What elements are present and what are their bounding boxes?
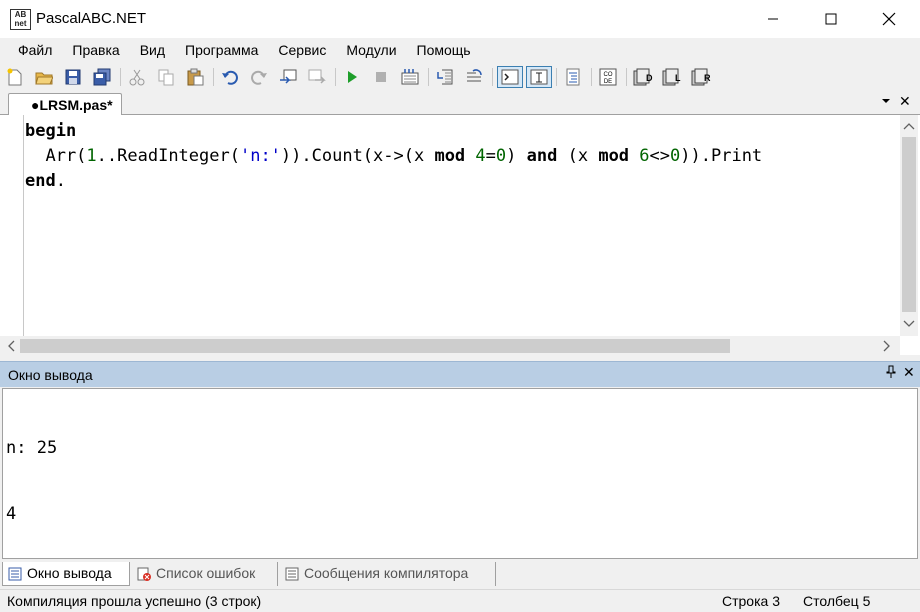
- toolbar: CO DE D L R: [0, 63, 920, 91]
- scroll-up-icon[interactable]: [903, 121, 915, 131]
- maximize-button[interactable]: [808, 0, 854, 38]
- menu-view[interactable]: Вид: [130, 38, 175, 63]
- title-bar: AB net PascalABC.NET: [0, 0, 920, 38]
- save-all-icon[interactable]: [91, 66, 113, 88]
- save-icon[interactable]: [62, 66, 84, 88]
- minimize-icon: [768, 18, 778, 20]
- app-logo-icon: AB net: [10, 9, 31, 30]
- tab-lrsm-pas[interactable]: ●LRSM.pas*: [8, 93, 122, 116]
- units-l-icon[interactable]: L: [661, 66, 683, 88]
- status-bar: Компиляция прошла успешно (3 строк) Стро…: [0, 589, 920, 612]
- paste-icon[interactable]: [184, 66, 206, 88]
- pin-icon[interactable]: [886, 365, 896, 379]
- format-icon[interactable]: [562, 66, 584, 88]
- toolbar-separator: [626, 68, 627, 86]
- svg-text:DE: DE: [604, 79, 612, 85]
- svg-text:R: R: [704, 73, 711, 83]
- svg-text:CO: CO: [604, 72, 613, 78]
- window-title: PascalABC.NET: [36, 10, 147, 27]
- toolbar-separator: [120, 68, 121, 86]
- close-panel-icon[interactable]: ✕: [903, 364, 915, 381]
- output-text: n: 25 4: [6, 393, 57, 569]
- code-line[interactable]: Arr(1..ReadInteger('n:')).Count(x->(x mo…: [25, 144, 762, 169]
- scroll-right-icon[interactable]: [882, 340, 892, 352]
- text-output-icon[interactable]: [526, 66, 552, 88]
- document-tab-strip: ●LRSM.pas* ✕: [0, 91, 920, 116]
- units-d-icon[interactable]: D: [632, 66, 654, 88]
- svg-text:L: L: [675, 73, 681, 83]
- code-line[interactable]: end.: [25, 169, 762, 194]
- status-row: Строка 3: [722, 593, 780, 609]
- vertical-scroll-thumb[interactable]: [902, 137, 916, 312]
- bottom-tab-strip: Окно вывода Список ошибок Сообщения комп…: [0, 561, 920, 587]
- close-button[interactable]: [866, 0, 912, 38]
- output-line: 4: [6, 504, 17, 524]
- menu-service[interactable]: Сервис: [268, 38, 336, 63]
- output-area[interactable]: n: 25 4: [2, 388, 918, 559]
- line-gutter: [0, 115, 24, 336]
- output-line: n: 25: [6, 438, 58, 458]
- tab-output-window[interactable]: Окно вывода: [2, 562, 130, 586]
- units-r-icon[interactable]: R: [690, 66, 712, 88]
- undo-icon[interactable]: [219, 66, 241, 88]
- minimize-button[interactable]: [750, 0, 796, 38]
- output-panel-title: Окно вывода: [8, 367, 93, 383]
- menu-bar: Файл Правка Вид Программа Сервис Модули …: [0, 38, 920, 63]
- maximize-icon: [825, 13, 837, 25]
- tab-error-list[interactable]: Список ошибок: [132, 562, 278, 586]
- chevron-down-icon[interactable]: [881, 97, 891, 105]
- column-label: Столбец: [803, 593, 859, 609]
- menu-help[interactable]: Помощь: [407, 38, 481, 63]
- svg-text:D: D: [646, 73, 653, 83]
- open-file-icon[interactable]: [33, 66, 55, 88]
- output-window-icon: [8, 567, 22, 581]
- tab-label: Список ошибок: [156, 565, 256, 581]
- toolbar-separator: [556, 68, 557, 86]
- status-column: Столбец 5: [803, 593, 870, 609]
- copy-icon[interactable]: [155, 66, 177, 88]
- horizontal-scroll-thumb[interactable]: [20, 339, 730, 353]
- toolbar-separator: [492, 68, 493, 86]
- code-template-icon[interactable]: CO DE: [597, 66, 619, 88]
- menu-file[interactable]: Файл: [8, 38, 62, 63]
- step-into-icon[interactable]: [434, 66, 456, 88]
- new-file-icon[interactable]: [4, 66, 26, 88]
- row-label: Строка: [722, 593, 769, 609]
- navigate-back-icon[interactable]: [277, 66, 299, 88]
- run-icon[interactable]: [341, 66, 363, 88]
- output-panel-header: Окно вывода ✕: [0, 361, 920, 387]
- close-tab-icon[interactable]: ✕: [899, 93, 911, 110]
- code-line[interactable]: begin: [25, 119, 762, 144]
- toolbar-separator: [591, 68, 592, 86]
- compiler-messages-icon: [285, 567, 299, 581]
- debug-icon[interactable]: [399, 66, 421, 88]
- navigate-forward-icon[interactable]: [306, 66, 328, 88]
- scroll-left-icon[interactable]: [6, 340, 16, 352]
- scroll-down-icon[interactable]: [903, 319, 915, 329]
- row-value: 3: [772, 593, 781, 609]
- toolbar-separator: [335, 68, 336, 86]
- tab-label: Окно вывода: [27, 565, 112, 581]
- redo-icon[interactable]: [248, 66, 270, 88]
- menu-edit[interactable]: Правка: [62, 38, 129, 63]
- cut-icon[interactable]: [126, 66, 148, 88]
- console-output-icon[interactable]: [497, 66, 523, 88]
- toolbar-separator: [213, 68, 214, 86]
- code-editor[interactable]: begin Arr(1..ReadInteger('n:')).Count(x-…: [0, 115, 920, 355]
- step-over-icon[interactable]: [463, 66, 485, 88]
- stop-icon[interactable]: [370, 66, 392, 88]
- close-icon: [882, 12, 896, 26]
- toolbar-separator: [428, 68, 429, 86]
- status-message: Компиляция прошла успешно (3 строк): [7, 593, 262, 609]
- menu-program[interactable]: Программа: [175, 38, 268, 63]
- column-value: 5: [862, 593, 871, 609]
- menu-modules[interactable]: Модули: [336, 38, 406, 63]
- tab-compiler-messages[interactable]: Сообщения компилятора: [280, 562, 496, 586]
- tab-label: ●LRSM.pas*: [31, 97, 113, 113]
- tab-label: Сообщения компилятора: [304, 565, 469, 581]
- error-list-icon: [137, 567, 151, 581]
- code-text[interactable]: begin Arr(1..ReadInteger('n:')).Count(x-…: [25, 119, 762, 194]
